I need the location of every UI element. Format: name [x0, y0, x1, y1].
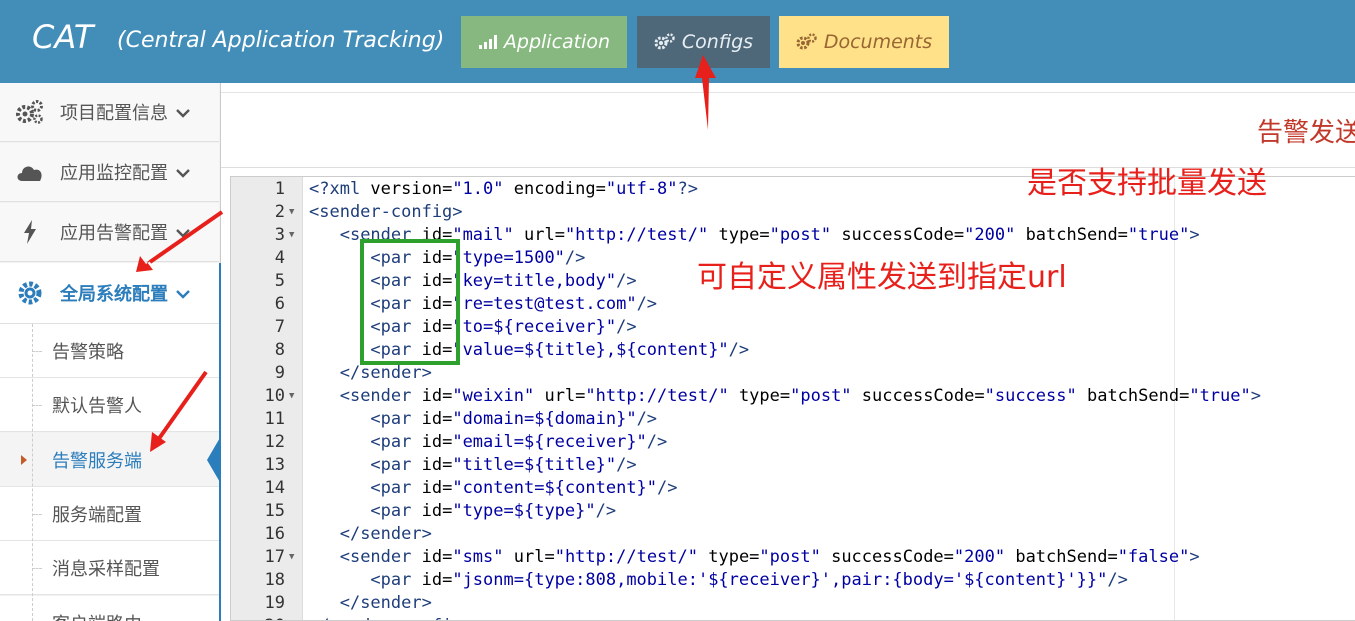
submenu-tree-tick	[32, 568, 42, 569]
annotation-custom-url: 可自定义属性发送到指定url	[697, 260, 1067, 295]
code-text: </sender>	[339, 524, 432, 545]
chevron-down-icon	[176, 163, 190, 182]
nav-documents-label: Documents	[823, 31, 933, 53]
code-text: <par id="to=${receiver}"/>	[370, 316, 637, 337]
code-text: </sender>	[339, 362, 432, 383]
gears-icon	[796, 33, 817, 50]
code-text: <par id="domain=${domain}"/>	[370, 409, 658, 429]
code-line[interactable]: 19 </sender>	[231, 592, 1355, 615]
submenu-item-label: 告警策略	[52, 341, 124, 363]
code-line[interactable]: 14 <par id="content=${content}"/>	[231, 477, 1355, 500]
code-text: <par id="title=${title}"/>	[370, 455, 637, 476]
caret-right-icon	[21, 455, 27, 465]
sidebar-item-app-alert[interactable]: 应用告警配置	[0, 203, 219, 262]
submenu-tree-line	[32, 324, 33, 621]
chevron-down-icon	[176, 103, 190, 122]
active-item-marker	[207, 436, 221, 484]
submenu-tree-tick	[32, 351, 42, 352]
code-line[interactable]: 13 <par id="title=${title}"/>	[231, 454, 1355, 477]
highlight-box	[360, 239, 460, 365]
submenu-item-label: 服务端配置	[52, 504, 142, 526]
gear-icon	[0, 280, 60, 306]
code-text: <par id="key=title,body"/>	[370, 270, 637, 291]
sidebar-item-label: 全局系统配置	[60, 284, 168, 305]
brand-subtitle: (Central Application Tracking)	[117, 28, 445, 53]
line-number: 12	[264, 432, 285, 453]
code-line[interactable]: 18 <par id="jsonm={type:808,mobile:'${re…	[231, 569, 1355, 592]
nav-application-button[interactable]: Application	[461, 16, 627, 68]
code-text: </sender-config>	[303, 616, 473, 620]
chevron-down-icon	[176, 284, 190, 303]
sidebar-item-project-config[interactable]: 项目配置信息	[0, 83, 219, 142]
sidebar-item-label: 应用监控配置	[60, 163, 168, 184]
submenu-tree-tick	[32, 405, 42, 406]
code-line[interactable]: 20 </sender-config>	[231, 615, 1355, 620]
fold-toggle-icon[interactable]: ▼	[285, 552, 303, 562]
submenu-item-label: 客户端路由	[52, 610, 142, 621]
submenu-item-label: 告警服务端	[52, 450, 142, 472]
nav-configs-button[interactable]: Configs	[637, 16, 770, 68]
code-text: <par id="jsonm={type:808,mobile:'${recei…	[370, 570, 1128, 591]
cloud-icon	[0, 162, 60, 182]
code-line[interactable]: 11 <par id="domain=${domain}"/>	[231, 408, 1355, 431]
chevron-down-icon	[176, 223, 190, 242]
line-number: 19	[264, 593, 285, 614]
sidebar-item-app-monitor[interactable]: 应用监控配置	[0, 143, 219, 202]
nav-documents-button[interactable]: Documents	[779, 16, 949, 68]
code-text: <sender id="weixin" url="http://test/" t…	[339, 385, 1261, 406]
code-line[interactable]: 12 <par id="email=${receiver}"/>	[231, 431, 1355, 454]
line-number: 3	[274, 224, 285, 245]
code-text: <par id="content=${content}"/>	[370, 478, 678, 499]
fold-toggle-icon[interactable]: ▼	[285, 391, 303, 401]
submenu-item-label: 消息采样配置	[52, 558, 160, 580]
nav-application-label: Application	[503, 31, 611, 53]
fold-toggle-icon[interactable]: ▼	[285, 230, 303, 240]
sidebar-item-global-config[interactable]: 全局系统配置	[0, 263, 219, 324]
line-number: 6	[274, 293, 285, 314]
line-number: 15	[264, 501, 285, 522]
code-text: <par id="re=test@test.com"/>	[370, 293, 658, 314]
code-line[interactable]: 15 <par id="type=${type}"/>	[231, 500, 1355, 523]
line-number: 5	[274, 270, 285, 291]
line-number: 18	[264, 570, 285, 591]
code-text: </sender>	[339, 593, 432, 614]
line-number: 10	[264, 385, 285, 406]
line-number: 1	[274, 178, 285, 199]
sidebar-item-label: 项目配置信息	[60, 103, 168, 124]
bar-chart-icon	[478, 35, 497, 49]
fold-toggle-icon[interactable]: ▼	[285, 207, 303, 217]
line-number: 13	[264, 455, 285, 476]
page-title: 告警发送	[1257, 118, 1355, 148]
line-number: 2	[274, 201, 285, 222]
annotation-batch-send: 是否支持批量发送	[1027, 166, 1267, 201]
code-text: <par id="type=${type}"/>	[370, 501, 617, 522]
line-number: 14	[264, 478, 285, 499]
sidebar-item-label: 应用告警配置	[60, 223, 168, 244]
brand-logo[interactable]: CAT	[32, 18, 93, 56]
nav-configs-label: Configs	[681, 31, 754, 53]
code-text: <sender id="sms" url="http://test/" type…	[339, 547, 1200, 568]
line-number: 9	[274, 362, 285, 383]
code-line[interactable]: 17 ▼ <sender id="sms" url="http://test/" …	[231, 546, 1355, 569]
page-header	[221, 94, 1355, 168]
submenu-item-label: 默认告警人	[52, 395, 142, 417]
gears-icon	[654, 33, 675, 50]
line-number: 16	[264, 524, 285, 545]
line-number: 8	[274, 339, 285, 360]
line-number: 20	[231, 616, 285, 620]
code-text: <sender-config>	[309, 201, 463, 222]
gears-icon	[0, 100, 60, 124]
bolt-icon	[0, 220, 60, 244]
breadcrumb-strip	[221, 83, 1355, 93]
line-number: 11	[264, 409, 285, 429]
code-line[interactable]: 2 ▼ <sender-config>	[231, 200, 1355, 223]
code-line[interactable]: 16 </sender>	[231, 523, 1355, 546]
submenu-tree-tick	[32, 514, 42, 515]
line-number: 4	[274, 247, 285, 268]
line-number: 17	[264, 547, 285, 568]
code-line[interactable]: 10 ▼ <sender id="weixin" url="http://test…	[231, 384, 1355, 407]
code-text: <par id="email=${receiver}"/>	[370, 432, 668, 453]
line-number: 7	[274, 316, 285, 337]
code-text: <?xml version="1.0" encoding="utf-8"?>	[309, 178, 698, 199]
